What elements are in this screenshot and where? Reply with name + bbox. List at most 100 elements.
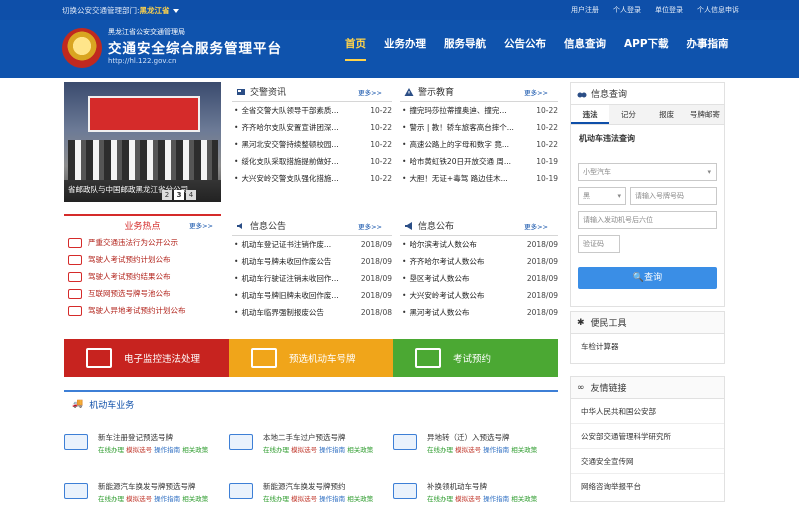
exam-booking-button[interactable]: 考试预约 (393, 339, 558, 377)
captcha-input[interactable]: 验证码 (578, 235, 620, 253)
engine-number-input[interactable]: 请输入发动机号后六位 (578, 211, 717, 229)
list-item[interactable]: • 哈尔滨考试人数公布 2018/09 (400, 236, 558, 253)
simulate-link[interactable]: 模拟选号 (455, 446, 481, 454)
list-item[interactable]: 驾驶人考试预约计划公布 (64, 251, 221, 268)
nav-business[interactable]: 业务办理 (384, 36, 426, 61)
news-carousel[interactable]: 省邮政队与中国邮政黑龙江省分公司... 2 3 4 (64, 82, 221, 202)
online-link[interactable]: 在线办理 (263, 446, 289, 454)
region-switcher[interactable]: 切换公安交通管理部门:黑龙江省 (62, 5, 179, 16)
guide-link[interactable]: 操作指南 (319, 495, 345, 503)
simulate-link[interactable]: 模拟选号 (126, 446, 152, 454)
simulate-link[interactable]: 模拟选号 (291, 446, 317, 454)
policy-link[interactable]: 相关政策 (511, 446, 537, 454)
list-item[interactable]: 驾驶人考试预约结果公布 (64, 268, 221, 285)
list-item[interactable]: 驾驶人异地考试预约计划公布 (64, 302, 221, 319)
list-item[interactable]: • 齐齐哈尔考试人数公布 2018/09 (400, 253, 558, 270)
list-item[interactable]: • 大兴安岭交警支队强化措施... 10-22 (232, 170, 392, 187)
tool-link[interactable]: 车检计算器 (571, 334, 724, 359)
simulate-link[interactable]: 模拟选号 (455, 495, 481, 503)
document-icon (68, 271, 82, 282)
policy-link[interactable]: 相关政策 (347, 446, 373, 454)
nav-guide[interactable]: 办事指南 (687, 36, 729, 61)
list-item[interactable]: 严重交通违法行为公开公示 (64, 234, 221, 251)
carousel-page[interactable]: 4 (186, 190, 196, 200)
list-item[interactable]: • 机动车号牌未收回作废公告 2018/09 (232, 253, 392, 270)
simulate-link[interactable]: 模拟选号 (126, 495, 152, 503)
links-title: 友情链接 (590, 384, 627, 394)
online-link[interactable]: 在线办理 (427, 495, 453, 503)
list-item[interactable]: • 哈市黄虹铁20日开放交通 周... 10-19 (400, 153, 558, 170)
nav-info-query[interactable]: 信息查询 (564, 36, 606, 61)
friend-link[interactable]: 中华人民共和国公安部 (571, 399, 724, 424)
vehicle-type-select[interactable]: 小型汽车 ▾ (578, 163, 717, 181)
nav-app-download[interactable]: APP下载 (624, 36, 669, 61)
list-item[interactable]: • 高速公路上的字母和数字 竟... 10-22 (400, 136, 558, 153)
plate-icon (393, 434, 417, 450)
vehicle-service-item: 补换领机动车号牌 在线办理 模拟选号 操作指南 相关政策 (393, 479, 543, 509)
query-title: 信息查询 (591, 90, 628, 100)
news-more-link[interactable]: 更多>> (358, 87, 382, 97)
carousel-page-active[interactable]: 3 (174, 190, 184, 200)
guide-link[interactable]: 操作指南 (319, 446, 345, 454)
policy-link[interactable]: 相关政策 (511, 495, 537, 503)
online-link[interactable]: 在线办理 (98, 446, 124, 454)
plate-icon (393, 483, 417, 499)
list-item[interactable]: • 绥化支队采取措施提前做好... 10-22 (232, 153, 392, 170)
camera-icon (86, 348, 112, 368)
list-item[interactable]: • 全省交警大队领导干部素质... 10-22 (232, 102, 392, 119)
list-item[interactable]: • 大胆！无证+毒驾 路边佳木... 10-19 (400, 170, 558, 187)
list-item[interactable]: • 机动车行驶证注销未收回作... 2018/09 (232, 270, 392, 287)
plate-preselect-button[interactable]: 预选机动车号牌 (229, 339, 393, 377)
policy-link[interactable]: 相关政策 (347, 495, 373, 503)
online-link[interactable]: 在线办理 (98, 495, 124, 503)
list-item[interactable]: • 垦区考试人数公布 2018/09 (400, 270, 558, 287)
list-item[interactable]: • 齐齐哈尔支队安置宣讲团深... 10-22 (232, 119, 392, 136)
province-select[interactable]: 黑 ▾ (578, 187, 626, 205)
list-item[interactable]: • 大兴安岭考试人数公布 2018/09 (400, 287, 558, 304)
friend-link[interactable]: 交通安全宣传网 (571, 449, 724, 474)
guide-link[interactable]: 操作指南 (154, 495, 180, 503)
plate-number-input[interactable]: 请输入号牌号码 (630, 187, 717, 205)
guide-link[interactable]: 操作指南 (483, 446, 509, 454)
personal-login-link[interactable]: 个人登录 (613, 5, 641, 15)
list-item[interactable]: • 撞完玛莎拉蒂撞奥迪、撞完... 10-22 (400, 102, 558, 119)
electronic-violation-button[interactable]: 电子监控违法处理 (64, 339, 229, 377)
list-item[interactable]: • 机动车号牌旧牌未收回作废... 2018/09 (232, 287, 392, 304)
friend-link[interactable]: 公安部交通管理科学研究所 (571, 424, 724, 449)
list-item[interactable]: • 黑河考试人数公布 2018/09 (400, 304, 558, 321)
complaint-link[interactable]: 个人信息申诉 (697, 5, 739, 15)
site-url: http://hl.122.gov.cn (108, 57, 177, 65)
vehicle-service-item: 新车注册登记预选号牌 在线办理 模拟选号 操作指南 相关政策 (64, 430, 214, 460)
list-item[interactable]: • 机动车登记证书注销作废... 2018/09 (232, 236, 392, 253)
site-header: 黑龙江省公安交通管理局 交通安全综合服务管理平台 http://hl.122.g… (0, 20, 799, 78)
query-button[interactable]: 🔍查询 (578, 267, 717, 289)
publish-more-link[interactable]: 更多>> (524, 221, 548, 231)
list-item[interactable]: • 警示 | 教！轿车旅客高台摔个... 10-22 (400, 119, 558, 136)
simulate-link[interactable]: 模拟选号 (291, 495, 317, 503)
list-item[interactable]: • 黑河北安交警持续整顿校园... 10-22 (232, 136, 392, 153)
list-item[interactable]: 互联网预选号牌号池公布 (64, 285, 221, 302)
tab-points[interactable]: 记分 (609, 105, 648, 124)
tab-scrap[interactable]: 报废 (647, 105, 686, 124)
nav-home[interactable]: 首页 (345, 36, 366, 61)
hot-more-link[interactable]: 更多>> (189, 220, 213, 230)
list-item[interactable]: • 机动车临界强制报废公告 2018/08 (232, 304, 392, 321)
nav-service-guide[interactable]: 服务导航 (444, 36, 486, 61)
online-link[interactable]: 在线办理 (427, 446, 453, 454)
notice-more-link[interactable]: 更多>> (358, 221, 382, 231)
hot-title: 业务热点 (124, 221, 161, 232)
online-link[interactable]: 在线办理 (263, 495, 289, 503)
nav-announcements[interactable]: 公告公布 (504, 36, 546, 61)
tab-violation[interactable]: 违法 (571, 105, 610, 124)
register-link[interactable]: 用户注册 (571, 5, 599, 15)
tab-plate-mail[interactable]: 号牌邮寄 (685, 105, 724, 124)
unit-login-link[interactable]: 单位登录 (655, 5, 683, 15)
warning-more-link[interactable]: 更多>> (524, 87, 548, 97)
policy-link[interactable]: 相关政策 (182, 446, 208, 454)
carousel-page[interactable]: 2 (162, 190, 172, 200)
friend-link[interactable]: 网络咨询举报平台 (571, 474, 724, 499)
guide-link[interactable]: 操作指南 (154, 446, 180, 454)
policy-link[interactable]: 相关政策 (182, 495, 208, 503)
warning-icon (404, 87, 414, 96)
guide-link[interactable]: 操作指南 (483, 495, 509, 503)
